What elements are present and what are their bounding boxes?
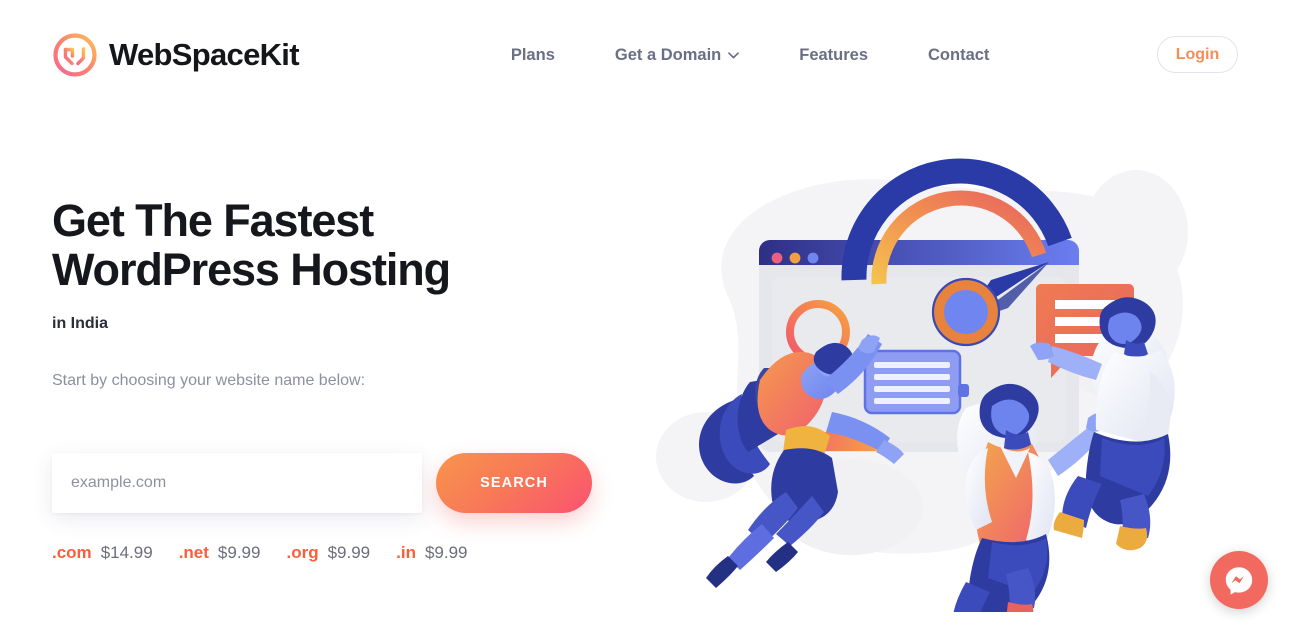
tld-pricing-list: .com $14.99 .net $9.99 .org $9.99 .in $9… — [52, 543, 468, 563]
site-header: WebSpaceKit Plans Get a Domain Features … — [0, 0, 1290, 110]
tld-com[interactable]: .com — [52, 543, 92, 563]
nav-item-plans[interactable]: Plans — [481, 38, 585, 73]
login-button[interactable]: Login — [1157, 36, 1238, 73]
brand-logo[interactable]: WebSpaceKit — [52, 32, 300, 78]
tld-net-price: $9.99 — [217, 543, 261, 562]
tld-org-price: $9.99 — [327, 543, 371, 562]
webspacekit-logo-icon — [53, 33, 97, 77]
nav-item-contact[interactable]: Contact — [898, 38, 1019, 73]
domain-search-input[interactable] — [52, 453, 422, 513]
hero-text-block: Get The Fastest WordPress Hosting in Ind… — [52, 196, 672, 390]
domain-search-form: SEARCH — [52, 453, 592, 513]
tld-com-price: $14.99 — [100, 543, 153, 562]
chevron-down-icon — [728, 51, 740, 58]
nav-item-get-a-domain[interactable]: Get a Domain — [585, 38, 769, 73]
tld-in-price: $9.99 — [424, 543, 468, 562]
messenger-icon — [1225, 567, 1253, 595]
tld-in[interactable]: .in — [396, 543, 416, 563]
page-title: Get The Fastest WordPress Hosting — [52, 195, 451, 296]
tld-net[interactable]: .net — [179, 543, 209, 563]
nav-label-plans: Plans — [510, 45, 555, 64]
landing-page: WebSpaceKit Plans Get a Domain Features … — [0, 0, 1290, 627]
hero-lead-text: Start by choosing your website name belo… — [52, 372, 366, 390]
tld-org[interactable]: .org — [286, 543, 318, 563]
nav-label-features: Features — [799, 45, 869, 64]
search-button[interactable]: SEARCH — [436, 453, 592, 513]
hero-illustration — [656, 158, 1188, 612]
main-navigation: Plans Get a Domain Features Contact — [481, 38, 1020, 73]
nav-label-get-a-domain: Get a Domain — [614, 45, 722, 64]
chat-widget-button[interactable] — [1210, 551, 1268, 609]
nav-label-contact: Contact — [928, 45, 990, 64]
brand-name: WebSpaceKit — [109, 37, 300, 72]
hero-subheadline: in India — [52, 315, 108, 333]
nav-item-features[interactable]: Features — [769, 38, 898, 73]
